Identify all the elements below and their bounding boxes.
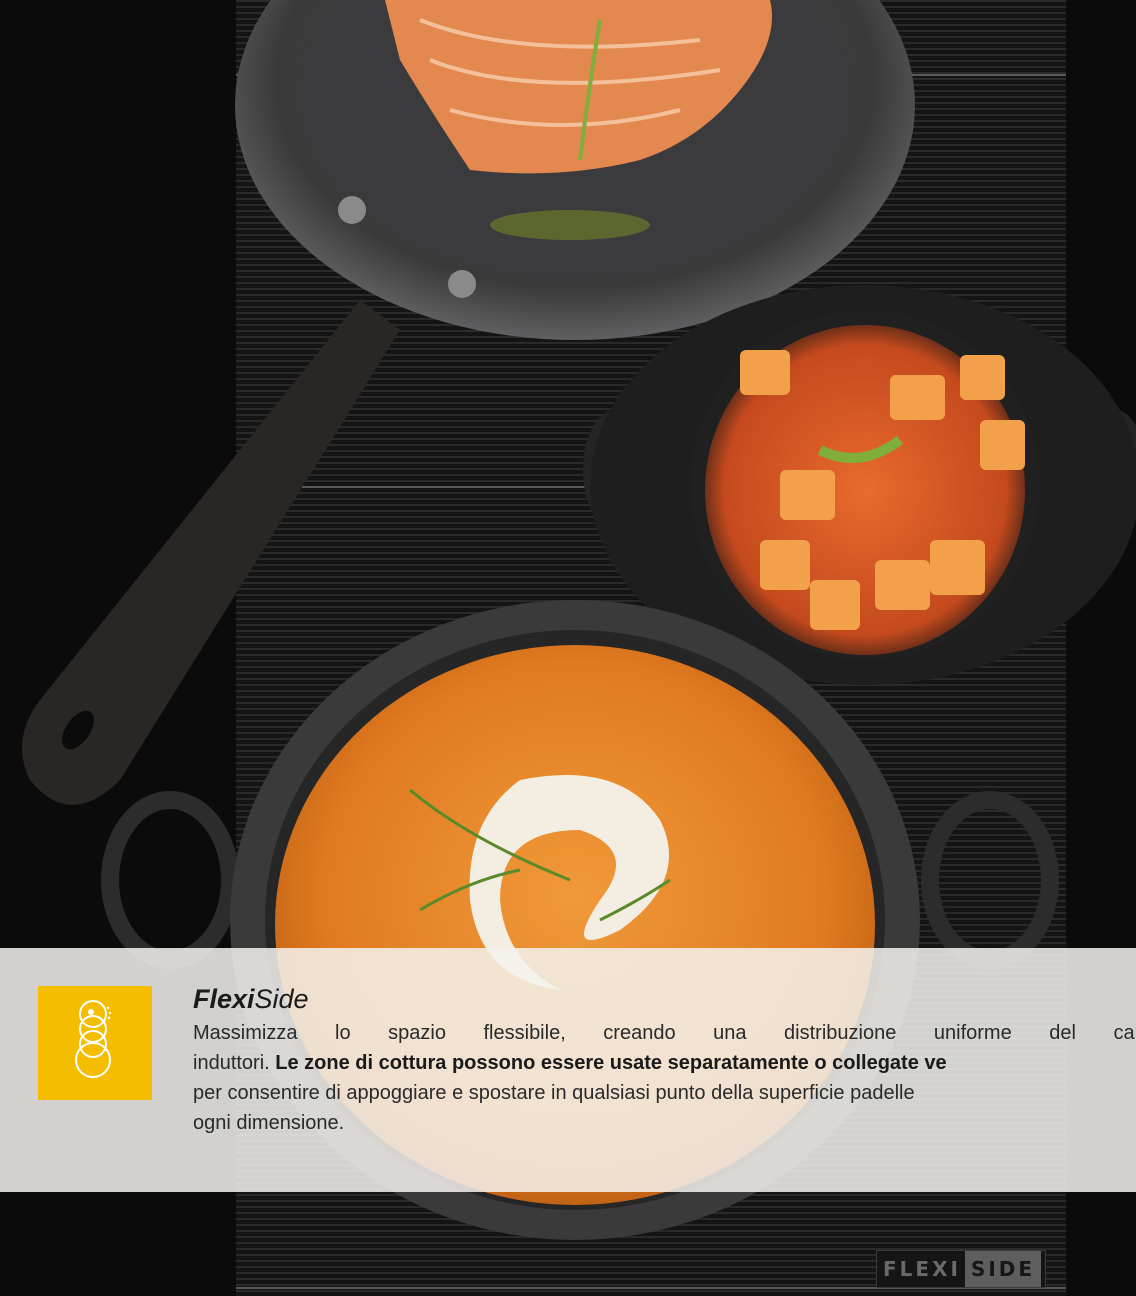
description-line-3: per consentire di appoggiare e spostare … bbox=[193, 1082, 915, 1104]
flexiside-logo: FLEXI SIDE bbox=[876, 1250, 1046, 1288]
description-line-2: induttori. Le zone di cottura possono es… bbox=[193, 1048, 1136, 1078]
logo-part-flexi: FLEXI bbox=[883, 1257, 961, 1281]
description-highlight: Le zone di cottura possono essere usate … bbox=[275, 1052, 947, 1074]
feature-title-bold: Flexi bbox=[193, 984, 255, 1014]
feature-title-light: Side bbox=[254, 984, 309, 1014]
description-line-4: ogni dimensione. bbox=[193, 1112, 345, 1134]
feature-title: FlexiSide bbox=[193, 982, 309, 1016]
feature-badge bbox=[38, 986, 152, 1100]
feature-description: Massimizza lo spazio flessibile, creando… bbox=[193, 1018, 1136, 1138]
flexi-zones-icon bbox=[75, 1000, 112, 1078]
description-line-2-start: induttori. bbox=[193, 1052, 270, 1074]
logo-part-side: SIDE bbox=[964, 1251, 1042, 1287]
description-line-1: Massimizza lo spazio flessibile, creando… bbox=[193, 1022, 1136, 1044]
